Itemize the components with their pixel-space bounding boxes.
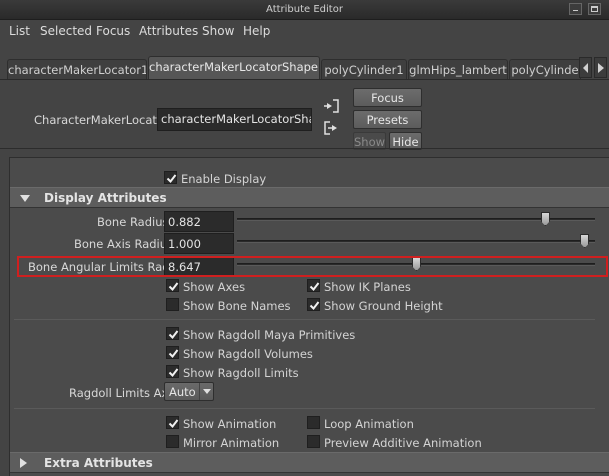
tab-scroll-right-icon[interactable] (594, 57, 607, 78)
preview-additive-animation-label: Preview Additive Animation (324, 436, 482, 450)
bone-radius-field[interactable]: 0.882 (164, 211, 234, 232)
tab-charactermakerlocator1[interactable]: characterMakerLocator1 (7, 59, 147, 80)
ragdoll-limits-axis-label: Ragdoll Limits Axis (69, 386, 178, 400)
menu-focus[interactable]: Focus (96, 24, 130, 38)
show-animation-checkbox[interactable] (166, 416, 179, 429)
node-label: CharacterMakerLocator: (34, 113, 173, 127)
display-attributes-title: Display Attributes (44, 191, 167, 205)
section-expanded-icon (20, 195, 30, 202)
header-separator (0, 148, 609, 149)
mirror-animation-checkbox[interactable] (166, 435, 179, 448)
maximize-icon[interactable] (588, 3, 601, 15)
bone-axis-radius-field[interactable]: 1.000 (164, 233, 234, 254)
bone-radius-label: Bone Radius (97, 215, 169, 229)
ragdoll-volumes-label: Show Ragdoll Volumes (183, 347, 313, 361)
menu-selected[interactable]: Selected (40, 24, 92, 38)
focus-button[interactable]: Focus (353, 88, 422, 107)
node-tabs: characterMakerLocator1 characterMakerLoc… (0, 54, 609, 80)
show-animation-label: Show Animation (183, 417, 277, 431)
show-ik-planes-checkbox[interactable] (307, 279, 320, 292)
input-connection-icon[interactable] (323, 98, 340, 114)
enable-display-label: Enable Display (181, 172, 267, 186)
section-collapsed-icon (20, 458, 27, 468)
menu-help[interactable]: Help (243, 24, 270, 38)
ragdoll-limits-axis-value: Auto (169, 385, 196, 399)
show-ik-planes-label: Show IK Planes (324, 280, 411, 294)
show-ground-height-checkbox[interactable] (307, 298, 320, 311)
menu-list[interactable]: List (9, 24, 30, 38)
tab-glmhips-lambert[interactable]: glmHips_lambert (408, 59, 508, 80)
separator (14, 408, 595, 409)
tab-polycylinde[interactable]: polyCylinde (509, 59, 581, 80)
extra-attributes-section[interactable]: Extra Attributes (10, 452, 609, 473)
ragdoll-maya-primitives-checkbox[interactable] (166, 327, 179, 340)
preview-additive-animation-checkbox[interactable] (307, 435, 320, 448)
show-bone-names-label: Show Bone Names (183, 299, 291, 313)
title-bar: Attribute Editor (0, 0, 609, 20)
tab-polycylinder1[interactable]: polyCylinder1 (321, 59, 407, 80)
minimize-icon[interactable] (569, 3, 582, 15)
highlight-box (17, 256, 608, 277)
ragdoll-limits-axis-dropdown[interactable]: Auto (164, 382, 214, 401)
tab-scroll-left-icon[interactable] (579, 57, 592, 78)
show-axes-label: Show Axes (183, 280, 246, 294)
show-bone-names-checkbox[interactable] (166, 298, 179, 311)
loop-animation-label: Loop Animation (324, 417, 414, 431)
node-name-field[interactable]: characterMakerLocatorShape1 (157, 108, 312, 131)
tab-charactermakerlocatorshape1[interactable]: characterMakerLocatorShape1 (148, 56, 320, 80)
loop-animation-checkbox[interactable] (307, 416, 320, 429)
output-connection-icon[interactable] (323, 120, 340, 136)
show-axes-checkbox[interactable] (166, 279, 179, 292)
chevron-down-icon (199, 383, 213, 400)
ragdoll-maya-primitives-label: Show Ragdoll Maya Primitives (183, 328, 356, 342)
extra-attributes-title: Extra Attributes (44, 456, 153, 470)
display-attributes-section[interactable]: Display Attributes (10, 187, 609, 208)
ragdoll-volumes-checkbox[interactable] (166, 346, 179, 359)
bone-axis-radius-slider[interactable] (237, 240, 595, 243)
bone-axis-radius-label: Bone Axis Radius (74, 237, 174, 251)
menu-bar: List Selected Focus Attributes Show Help (0, 20, 609, 42)
ragdoll-limits-label: Show Ragdoll Limits (183, 366, 299, 380)
ragdoll-limits-checkbox[interactable] (166, 365, 179, 378)
menu-show[interactable]: Show (202, 24, 234, 38)
mirror-animation-label: Mirror Animation (183, 436, 280, 450)
enable-display-checkbox[interactable] (164, 171, 177, 184)
presets-button[interactable]: Presets (353, 110, 422, 129)
menu-attributes[interactable]: Attributes (139, 24, 198, 38)
tab-divider (0, 79, 609, 80)
separator (14, 319, 595, 320)
window-title: Attribute Editor (266, 4, 343, 15)
show-ground-height-label: Show Ground Height (324, 299, 443, 313)
